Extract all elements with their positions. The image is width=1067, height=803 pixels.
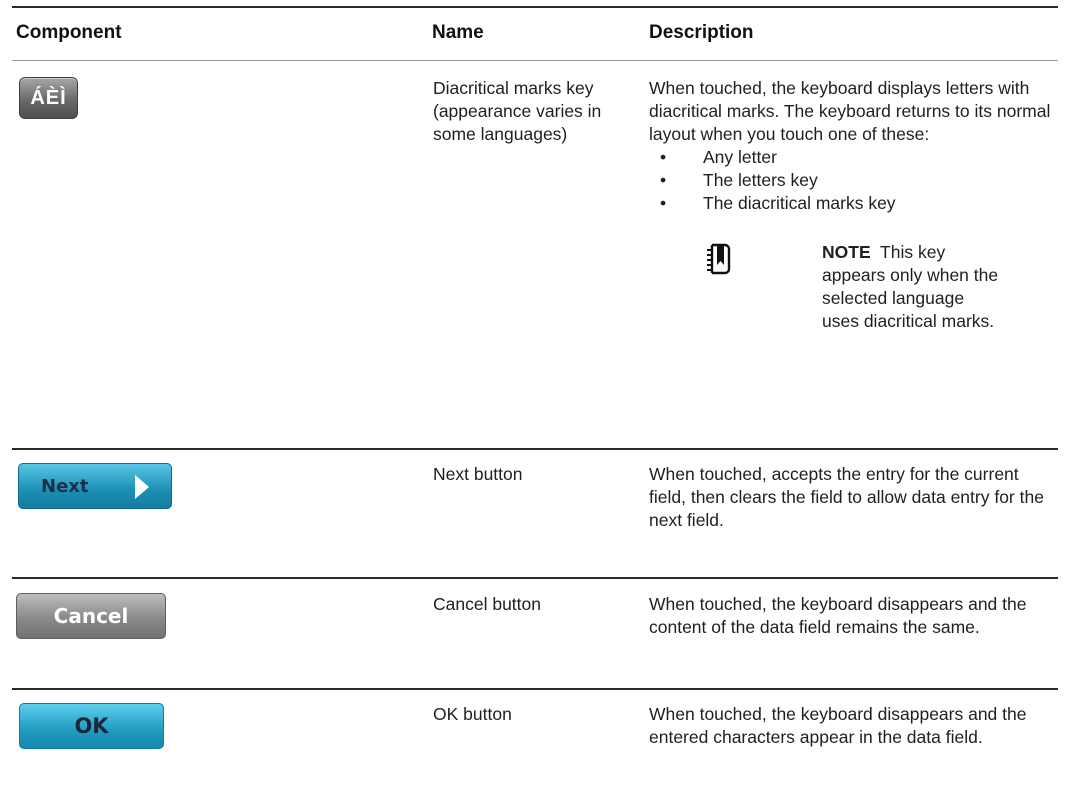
bullet-list: • Any letter • The letters key • The diacri… <box>649 146 1057 215</box>
list-item: • The diacritical marks key <box>649 192 1057 215</box>
table-row: ÁÈÌ Diacritical marks key (appearance va… <box>12 60 1058 450</box>
description-cell: When touched, the keyboard disappears an… <box>649 704 1027 747</box>
component-cell: Cancel <box>12 578 432 690</box>
description-cell: When touched, accepts the entry for the … <box>649 449 1058 579</box>
list-item-text: Any letter <box>703 147 777 167</box>
table-header-row: Component Name Description <box>12 6 1058 61</box>
component-table-page: Component Name Description ÁÈÌ Diacritic… <box>12 6 1058 783</box>
bullet-icon: • <box>660 193 667 213</box>
next-button[interactable]: Next <box>18 463 172 509</box>
note-label: NOTE <box>822 242 871 262</box>
component-cell: ÁÈÌ <box>12 60 432 450</box>
description-cell: When touched, the keyboard displays lett… <box>649 60 1058 450</box>
list-item-text: The diacritical marks key <box>703 193 896 213</box>
component-cell: Next <box>12 449 432 579</box>
description-text: When touched, the keyboard displays lett… <box>649 78 1051 144</box>
name-cell: Next button <box>432 449 649 579</box>
list-item: • Any letter <box>649 146 1057 169</box>
next-button-label: Next <box>41 475 89 497</box>
cancel-button[interactable]: Cancel <box>16 593 166 639</box>
header-component: Component <box>12 6 432 61</box>
component-cell: OK <box>12 689 432 783</box>
table-row: OK OK button When touched, the keyboard … <box>12 689 1058 783</box>
header-name: Name <box>432 6 649 61</box>
name-cell: Diacritical marks key (appearance varies… <box>432 60 649 450</box>
description-cell: When touched, the keyboard disappears an… <box>649 578 1058 690</box>
component-table: Component Name Description ÁÈÌ Diacritic… <box>12 6 1058 783</box>
diacritical-marks-key: ÁÈÌ <box>19 77 78 119</box>
table-row: Next Next button When touched, accepts t… <box>12 449 1058 579</box>
note-book-icon <box>649 241 768 333</box>
bullet-icon: • <box>660 170 667 190</box>
name-cell: OK button <box>433 704 512 724</box>
list-item: • The letters key <box>649 169 1057 192</box>
header-description: Description <box>649 6 1058 61</box>
arrow-right-icon <box>135 475 149 499</box>
list-item-text: The letters key <box>703 170 818 190</box>
ok-button[interactable]: OK <box>19 703 164 749</box>
bullet-icon: • <box>660 147 667 167</box>
note-text: NOTE This key appears only when the sele… <box>822 241 1002 333</box>
note-block: NOTE This key appears only when the sele… <box>649 241 1057 333</box>
table-row: Cancel Cancel button When touched, the k… <box>12 578 1058 690</box>
name-cell: Cancel button <box>432 578 649 690</box>
